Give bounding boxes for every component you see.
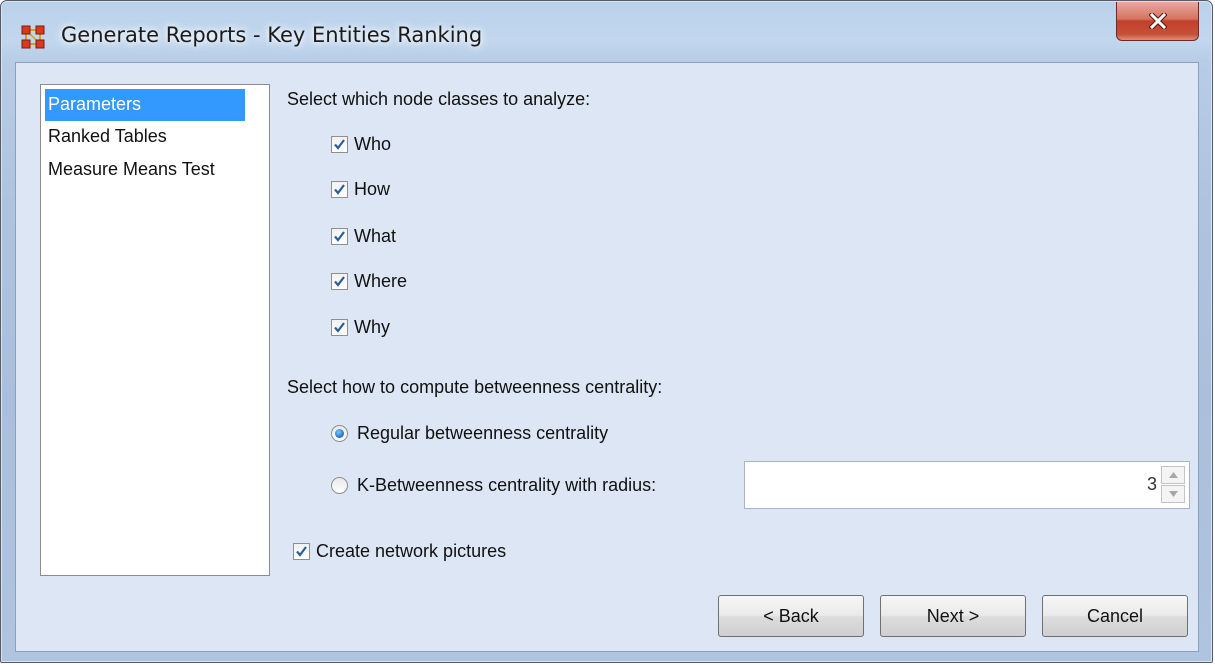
radio-label: K-Betweenness centrality with radius:: [357, 474, 657, 495]
next-button[interactable]: Next >: [880, 595, 1026, 637]
back-button[interactable]: < Back: [718, 595, 864, 637]
checkbox-how[interactable]: How: [331, 176, 390, 202]
radio-button[interactable]: [331, 476, 348, 494]
checkmark-icon: [334, 230, 345, 242]
node-classes-label: Select which node classes to analyze:: [287, 89, 591, 109]
checkbox-label: Why: [354, 316, 390, 337]
nav-item-ranked-tables[interactable]: Ranked Tables: [45, 121, 170, 153]
dialog-window: Generate Reports - Key Entities Ranking …: [0, 0, 1213, 663]
spin-down-button[interactable]: [1161, 485, 1185, 503]
radius-value[interactable]: 3: [1147, 474, 1157, 495]
cancel-button[interactable]: Cancel: [1042, 595, 1188, 637]
window-title: Generate Reports - Key Entities Ranking: [61, 23, 483, 47]
radio-button[interactable]: [331, 424, 348, 442]
checkbox-box[interactable]: [331, 272, 348, 290]
checkmark-icon: [334, 138, 345, 150]
spin-down-icon: [1168, 491, 1178, 497]
checkbox-box[interactable]: [331, 318, 348, 336]
checkbox-box[interactable]: [293, 542, 310, 560]
checkbox-label: Who: [354, 133, 392, 154]
checkbox-label: What: [354, 225, 397, 246]
checkbox-box[interactable]: [331, 135, 348, 153]
checkbox-box[interactable]: [331, 180, 348, 198]
nav-item-parameters[interactable]: Parameters: [45, 89, 245, 121]
radio-k-betweenness[interactable]: K-Betweenness centrality with radius:: [331, 472, 656, 498]
radio-regular-betweenness[interactable]: Regular betweenness centrality: [331, 420, 608, 446]
dialog-content: Parameters Ranked Tables Measure Means T…: [15, 62, 1199, 652]
checkbox-label: Where: [354, 270, 408, 291]
nav-item-measure-means-test[interactable]: Measure Means Test: [45, 154, 218, 186]
checkbox-create-network-pictures[interactable]: Create network pictures: [293, 538, 506, 564]
radius-spinner[interactable]: 3: [744, 461, 1190, 509]
checkmark-icon: [334, 183, 345, 195]
checkbox-why[interactable]: Why: [331, 314, 390, 340]
checkbox-label: Create network pictures: [316, 540, 507, 561]
network-nodes-icon: [21, 25, 45, 49]
close-icon: [1148, 13, 1167, 29]
close-button[interactable]: [1116, 2, 1199, 41]
checkmark-icon: [334, 321, 345, 333]
checkbox-what[interactable]: What: [331, 223, 396, 249]
title-bar[interactable]: Generate Reports - Key Entities Ranking: [1, 1, 1212, 61]
checkbox-who[interactable]: Who: [331, 131, 391, 157]
checkmark-icon: [296, 545, 307, 557]
spin-up-button[interactable]: [1161, 466, 1185, 484]
betweenness-label: Select how to compute betweenness centra…: [287, 377, 663, 397]
spin-up-icon: [1168, 472, 1178, 478]
checkmark-icon: [334, 275, 345, 287]
radio-label: Regular betweenness centrality: [357, 422, 609, 443]
section-list: Parameters Ranked Tables Measure Means T…: [40, 84, 270, 576]
checkbox-label: How: [354, 178, 391, 199]
checkbox-where[interactable]: Where: [331, 268, 407, 294]
checkbox-box[interactable]: [331, 227, 348, 245]
